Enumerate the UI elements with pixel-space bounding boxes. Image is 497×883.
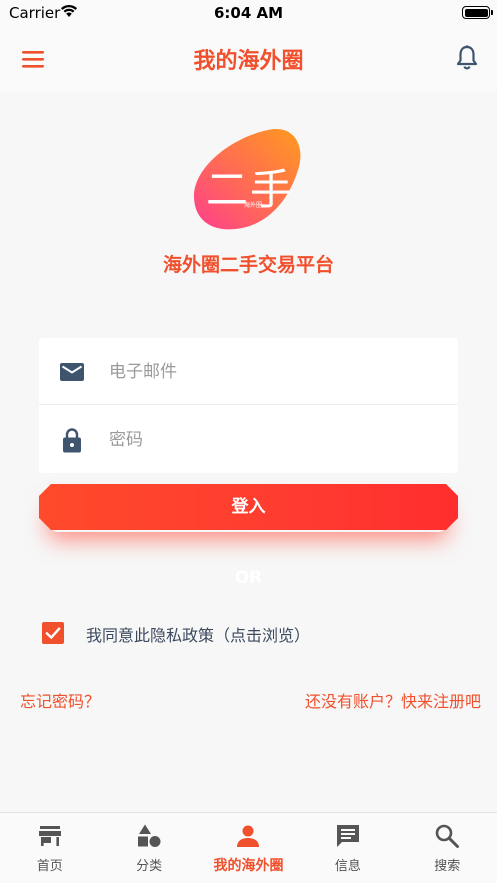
tab-label: 我的海外圈 bbox=[213, 858, 284, 874]
store-icon bbox=[38, 826, 61, 846]
tab-messages[interactable]: 信息 bbox=[298, 813, 397, 883]
tab-category[interactable]: 分类 bbox=[99, 813, 198, 883]
app-logo: 二手 海外圈 bbox=[190, 126, 306, 232]
password-row bbox=[39, 406, 458, 473]
tab-bar: 首页 分类 我的海外圈 信息 搜索 bbox=[0, 812, 497, 883]
tab-label: 搜索 bbox=[434, 859, 461, 874]
register-link[interactable]: 还没有账户？快来注册吧 bbox=[305, 688, 481, 712]
app-name: 海外圈二手交易平台 bbox=[162, 254, 334, 276]
tab-label: 首页 bbox=[36, 859, 63, 874]
battery-fill bbox=[464, 8, 488, 17]
app-header: 我的海外圈 bbox=[0, 26, 497, 92]
tab-label: 信息 bbox=[334, 859, 361, 874]
shapes-icon bbox=[138, 824, 161, 847]
menu-icon[interactable] bbox=[20, 47, 48, 71]
page-title: 我的海外圈 bbox=[193, 49, 304, 74]
login-form bbox=[39, 338, 458, 473]
mail-icon bbox=[60, 363, 84, 381]
email-input[interactable] bbox=[109, 357, 429, 387]
or-divider: OR bbox=[234, 568, 263, 588]
forgot-password-link[interactable]: 忘记密码？ bbox=[20, 688, 100, 712]
email-row bbox=[39, 338, 458, 405]
logo-small-text: 海外圈 bbox=[244, 202, 263, 209]
tab-label: 分类 bbox=[136, 859, 163, 874]
privacy-policy-link[interactable]: 我同意此隐私政策（点击浏览） bbox=[86, 622, 310, 646]
tab-home[interactable]: 首页 bbox=[0, 813, 99, 883]
agree-checkbox[interactable] bbox=[42, 622, 64, 644]
battery-icon bbox=[462, 6, 493, 19]
lock-icon bbox=[63, 428, 81, 453]
search-icon bbox=[435, 824, 460, 848]
status-bar: Carrier 6:04 AM bbox=[0, 0, 497, 26]
bell-icon[interactable] bbox=[454, 44, 480, 72]
person-icon bbox=[237, 825, 260, 847]
login-button[interactable]: 登入 bbox=[39, 484, 458, 530]
screen: Carrier 6:04 AM 我的海外圈 二手 海外圈 海外圈二手交易平台 电… bbox=[0, 0, 497, 883]
tab-search[interactable]: 搜索 bbox=[398, 813, 497, 883]
tab-my-circle[interactable]: 我的海外圈 bbox=[199, 813, 298, 883]
message-icon bbox=[336, 825, 359, 847]
password-input[interactable] bbox=[109, 425, 429, 455]
check-icon bbox=[45, 627, 61, 640]
status-time: 6:04 AM bbox=[213, 4, 284, 22]
